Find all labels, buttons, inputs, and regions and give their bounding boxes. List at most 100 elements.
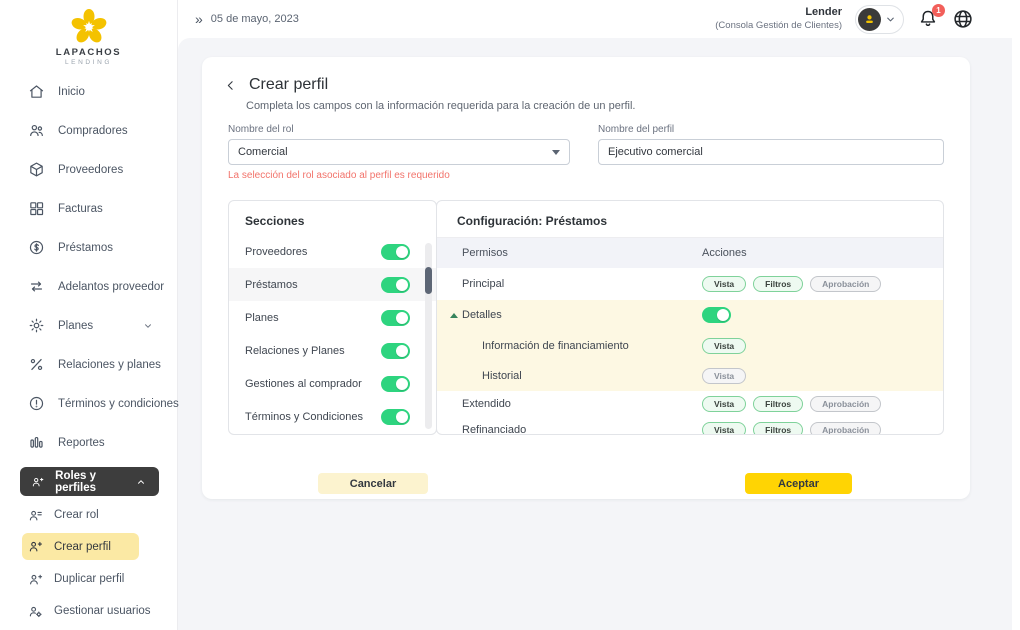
user-subtitle: (Consola Gestión de Clientes) (715, 20, 842, 32)
section-label: Gestiones al comprador (245, 378, 362, 390)
sections-scrollbar-thumb[interactable] (425, 267, 432, 294)
profile-name-input[interactable] (598, 139, 944, 165)
sidebar-subitem-crear-perfil[interactable]: Crear perfil (22, 533, 139, 560)
sidebar-item-label: Adelantos proveedor (58, 281, 164, 293)
sidebar-subitem-duplicar-perfil[interactable]: Duplicar perfil (22, 563, 157, 595)
sidebar-item-inicio[interactable]: Inicio (0, 72, 177, 111)
sidebar-item-planes[interactable]: Planes (0, 306, 177, 345)
page-title: Crear perfil (249, 76, 328, 94)
sidebar-item-reportes[interactable]: Reportes (0, 423, 177, 462)
user-plus-icon (28, 572, 43, 587)
action-chip-vista[interactable]: Vista (702, 338, 746, 354)
sidebar-item-label: Reportes (58, 437, 105, 449)
globe-icon[interactable] (952, 8, 974, 30)
sidebar-item-relaciones-y-planes[interactable]: Relaciones y planes (0, 345, 177, 384)
action-chip-filtros[interactable]: Filtros (753, 276, 803, 292)
section-item-gestiones-al-comprador[interactable]: Gestiones al comprador (229, 367, 436, 400)
app-root: LAPACHOS LENDING Inicio Compradores Prov… (0, 0, 1020, 630)
profile-name-label: Nombre del perfil (598, 124, 944, 135)
section-toggle[interactable] (381, 343, 410, 359)
permission-row-informacion-financiamiento: Información de financiamiento Vista (437, 330, 943, 361)
sections-list: Proveedores Préstamos Planes Relaci (229, 235, 436, 435)
section-toggle[interactable] (381, 376, 410, 392)
user-name: Lender (715, 6, 842, 20)
sidebar-item-label: Gestionar usuarios (54, 605, 151, 617)
section-toggle[interactable] (381, 310, 410, 326)
sidebar-item-label: Compradores (58, 125, 128, 137)
permission-row-principal: Principal Vista Filtros Aprobación (437, 268, 943, 300)
page-subtitle: Completa los campos con la información r… (246, 100, 944, 112)
permission-label: Extendido (437, 398, 511, 410)
role-select[interactable]: Comercial (228, 139, 570, 165)
profile-field-group: Nombre del perfil (598, 124, 944, 181)
sidebar-item-label: Términos y condiciones (58, 398, 179, 410)
accept-button[interactable]: Aceptar (745, 473, 852, 494)
section-item-prestamos[interactable]: Préstamos (229, 268, 436, 301)
sidebar-item-terminos-y-condiciones[interactable]: Términos y condiciones (0, 384, 177, 423)
action-chip-aprobacion[interactable]: Aprobación (810, 276, 881, 292)
transfer-arrows-icon (28, 278, 45, 295)
person-icon (862, 12, 877, 27)
chevron-up-icon[interactable] (136, 477, 146, 487)
sidebar-item-proveedores[interactable]: Proveedores (0, 150, 177, 189)
configuration-panel: Configuración: Préstamos Permisos Accion… (436, 200, 944, 435)
column-permisos: Permisos (437, 247, 508, 259)
section-item-proveedores[interactable]: Proveedores (229, 235, 436, 268)
sidebar-subitem-crear-rol[interactable]: Crear rol (22, 499, 157, 531)
action-chip-vista[interactable]: Vista (702, 276, 746, 292)
chevron-down-icon[interactable] (143, 321, 153, 331)
section-toggle[interactable] (381, 277, 410, 293)
topbar-date: 05 de mayo, 2023 (211, 13, 299, 25)
action-chip-aprobacion[interactable]: Aprobación (810, 422, 881, 435)
bar-chart-icon (28, 434, 45, 451)
sidebar-item-label: Crear perfil (54, 541, 111, 553)
percent-icon (28, 356, 45, 373)
user-lines-icon (28, 508, 43, 523)
sidebar-item-adelantos-proveedor[interactable]: Adelantos proveedor (0, 267, 177, 306)
user-info: Lender (Consola Gestión de Clientes) (715, 6, 842, 32)
role-error-message: La selección del rol asociado al perfil … (228, 170, 570, 181)
sidebar-item-label: Préstamos (58, 242, 113, 254)
sidebar-item-label: Duplicar perfil (54, 573, 124, 585)
collapse-sidebar-icon[interactable]: » (195, 12, 203, 26)
logo-subtitle: LENDING (0, 59, 177, 66)
back-button[interactable] (224, 79, 237, 92)
permission-row-refinanciado: Refinanciado Vista Filtros Aprobación (437, 417, 943, 435)
detalles-toggle[interactable] (702, 307, 731, 323)
section-label: Planes (245, 312, 279, 324)
notifications-button[interactable]: 1 (917, 8, 939, 30)
sidebar-item-prestamos[interactable]: Préstamos (0, 228, 177, 267)
section-item-reportes[interactable]: Reportes (229, 433, 436, 435)
alert-circle-icon (28, 395, 45, 412)
section-toggle[interactable] (381, 244, 410, 260)
action-chip-vista[interactable]: Vista (702, 368, 746, 384)
action-chip-vista[interactable]: Vista (702, 422, 746, 435)
column-acciones: Acciones (702, 247, 747, 259)
cancel-button[interactable]: Cancelar (318, 473, 428, 494)
section-toggle[interactable] (381, 409, 410, 425)
collapse-caret-icon[interactable] (450, 313, 458, 318)
section-item-planes[interactable]: Planes (229, 301, 436, 334)
action-chip-filtros[interactable]: Filtros (753, 396, 803, 412)
sections-panel-title: Secciones (229, 201, 436, 235)
crear-perfil-card: Crear perfil Completa los campos con la … (202, 57, 970, 499)
action-chip-aprobacion[interactable]: Aprobación (810, 396, 881, 412)
sidebar-item-label: Planes (58, 320, 93, 332)
permissions-table-header: Permisos Acciones (437, 238, 943, 268)
user-menu-button[interactable] (855, 5, 904, 34)
section-item-relaciones-y-planes[interactable]: Relaciones y Planes (229, 334, 436, 367)
action-chip-filtros[interactable]: Filtros (753, 422, 803, 435)
sidebar-item-roles-y-perfiles[interactable]: Roles y perfiles (20, 467, 159, 496)
avatar (858, 8, 881, 31)
section-item-terminos-y-condiciones[interactable]: Términos y Condiciones (229, 400, 436, 433)
section-label: Proveedores (245, 246, 307, 258)
action-chip-vista[interactable]: Vista (702, 396, 746, 412)
sidebar-item-compradores[interactable]: Compradores (0, 111, 177, 150)
sidebar-subitem-gestionar-usuarios[interactable]: Gestionar usuarios (22, 595, 157, 627)
user-gear-icon (28, 604, 43, 619)
sections-panel: Secciones Proveedores Préstamos Planes (228, 200, 437, 435)
sidebar-item-label: Inicio (58, 86, 85, 98)
home-icon (28, 83, 45, 100)
sidebar-item-facturas[interactable]: Facturas (0, 189, 177, 228)
grid-icon (28, 200, 45, 217)
